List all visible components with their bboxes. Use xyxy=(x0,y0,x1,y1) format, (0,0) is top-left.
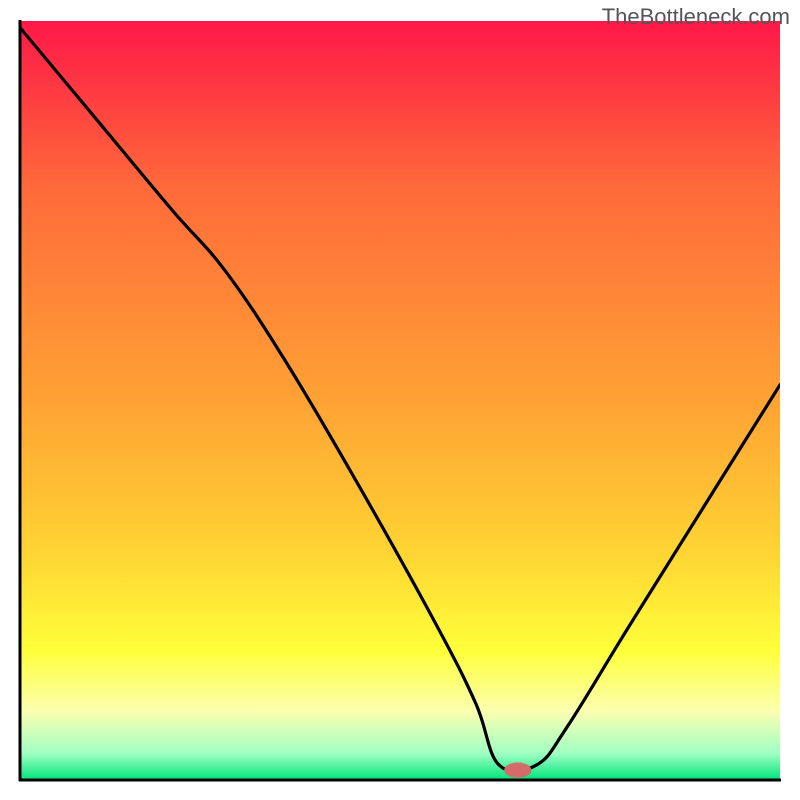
gradient-background xyxy=(21,21,780,780)
chart-container: TheBottleneck.com xyxy=(0,0,800,800)
bottleneck-chart xyxy=(0,0,800,800)
watermark-text: TheBottleneck.com xyxy=(602,4,790,30)
optimal-point-marker xyxy=(504,763,531,778)
